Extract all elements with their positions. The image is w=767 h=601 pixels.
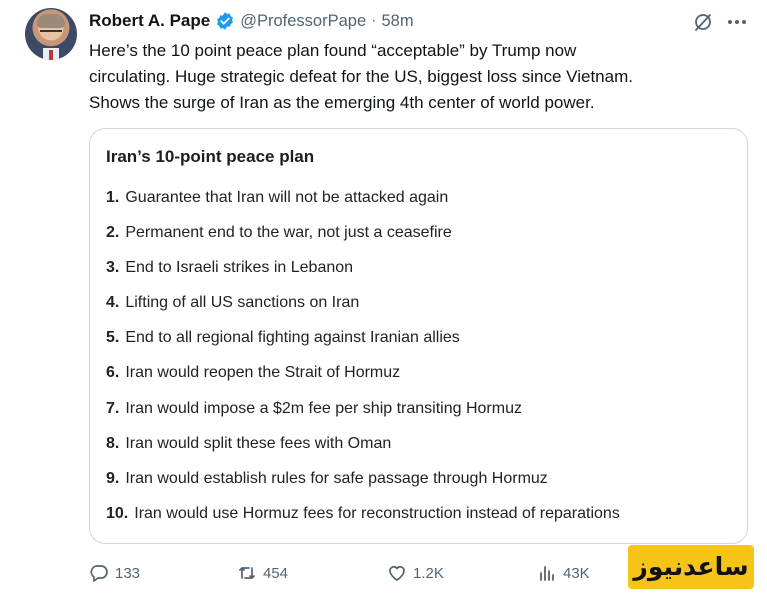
reply-button[interactable]: 133 — [89, 563, 140, 583]
list-item: 3. End to Israeli strikes in Lebanon — [106, 259, 620, 294]
repost-icon — [239, 567, 255, 579]
item-text: Lifting of all US sanctions on Iran — [125, 294, 360, 312]
item-number: 6. — [106, 364, 120, 382]
item-number: 7. — [106, 399, 120, 417]
reply-count: 133 — [115, 564, 141, 582]
item-text: Iran would split these fees with Oman — [125, 434, 392, 452]
item-text: Guarantee that Iran will not be attacked… — [125, 189, 449, 206]
views-count: 43K — [563, 564, 590, 582]
item-text: Iran would impose a $2m fee per ship tra… — [125, 399, 522, 417]
author-name[interactable]: Robert A. Pape — [89, 11, 210, 31]
tweet-text-line: circulating. Huge strategic defeat for t… — [89, 67, 633, 86]
heart-icon — [389, 566, 405, 581]
item-text: Iran would use Hormuz fees for reconstru… — [134, 504, 620, 522]
media-card[interactable]: Iran’s 10-point peace plan 1. Guarantee t… — [89, 128, 748, 544]
item-number: 9. — [106, 469, 120, 487]
item-number: 10. — [106, 504, 129, 522]
list-item: 5. End to all regional fighting against I… — [106, 329, 620, 364]
repost-count: 454 — [263, 564, 289, 582]
author-handle[interactable]: @ProfessorPape — [240, 12, 366, 31]
verified-badge-icon — [217, 12, 234, 30]
reply-icon — [90, 565, 108, 582]
item-number: 2. — [106, 224, 120, 242]
list-item: 10. Iran would use Hormuz fees for recons… — [106, 505, 620, 540]
more-icon[interactable] — [726, 12, 748, 32]
tweet-text-line: Shows the surge of Iran as the emerging … — [89, 93, 595, 112]
item-text: Iran would reopen the Strait of Hormuz — [125, 364, 401, 382]
list-item: 8. Iran would split these fees with Oman — [106, 435, 620, 470]
grok-icon[interactable] — [693, 12, 713, 32]
list-item: 1. Guarantee that Iran will not be attack… — [106, 189, 620, 224]
list-item: 6. Iran would reopen the Strait of Hormuz — [106, 364, 620, 399]
tweet-header: Robert A. Pape @ProfessorPape · 58m — [89, 10, 414, 32]
separator-dot: · — [371, 12, 377, 29]
item-text: End to all regional fighting against Ira… — [125, 329, 460, 347]
list-item: 2. Permanent end to the war, not just a c… — [106, 224, 620, 259]
peace-plan-list: 1. Guarantee that Iran will not be attack… — [106, 189, 620, 540]
item-text: End to Israeli strikes in Lebanon — [125, 259, 354, 277]
card-title: Iran’s 10-point peace plan — [106, 147, 315, 166]
list-item: 7. Iran would impose a $2m fee per ship t… — [106, 400, 620, 435]
avatar[interactable] — [25, 8, 77, 60]
item-text: Iran would establish rules for safe pass… — [125, 469, 548, 487]
item-number: 1. — [106, 189, 120, 206]
item-text: Permanent end to the war, not just a cea… — [125, 224, 452, 242]
tweet-text-line: Here’s the 10 point peace plan found “ac… — [89, 41, 577, 60]
list-item: 4. Lifting of all US sanctions on Iran — [106, 294, 620, 329]
item-number: 4. — [106, 294, 120, 312]
timestamp[interactable]: 58m — [381, 12, 413, 31]
views-button[interactable]: 43K — [537, 563, 590, 583]
item-number: 8. — [106, 434, 120, 452]
views-icon — [540, 566, 554, 581]
list-item: 9. Iran would establish rules for safe pa… — [106, 470, 620, 505]
watermark-logo: ساعدنیوز — [628, 545, 754, 589]
item-number: 5. — [106, 329, 120, 347]
item-number: 3. — [106, 259, 120, 277]
tweet-text: Here’s the 10 point peace plan found “ac… — [89, 38, 759, 116]
repost-button[interactable]: 454 — [237, 563, 288, 583]
tweet: Robert A. Pape @ProfessorPape · 58m Here… — [0, 0, 767, 601]
like-count: 1.2K — [413, 564, 444, 582]
like-button[interactable]: 1.2K — [387, 563, 444, 583]
